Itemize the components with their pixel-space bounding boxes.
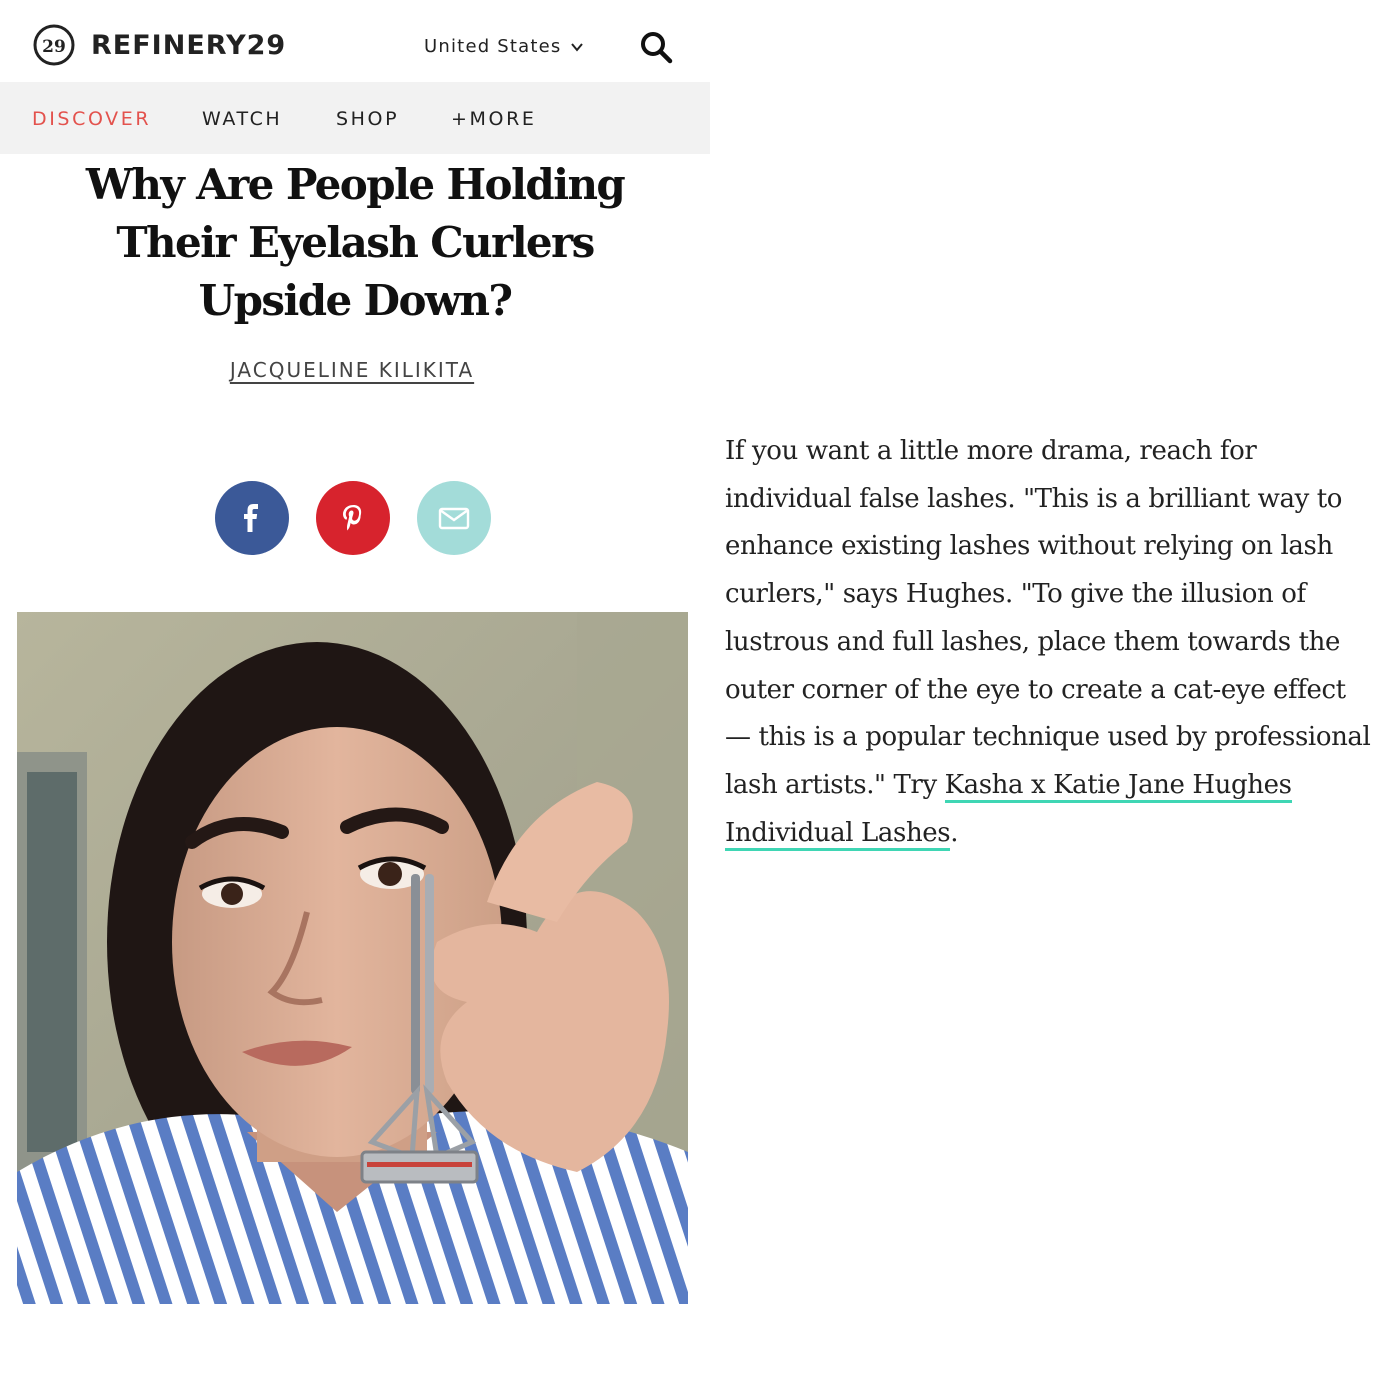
country-selector[interactable]: United States [424, 36, 584, 57]
article-title: Why Are People Holding Their Eyelash Cur… [85, 160, 626, 325]
nav-item-more[interactable]: +MORE [451, 108, 536, 130]
main-nav: DISCOVER WATCH SHOP +MORE [0, 82, 710, 154]
facebook-icon [244, 504, 258, 532]
svg-text:29: 29 [42, 37, 66, 57]
country-selector-label: United States [424, 36, 562, 57]
body-text-end: . [950, 817, 959, 848]
site-logo-text[interactable]: REFINERY29 [91, 30, 286, 61]
nav-item-shop[interactable]: SHOP [336, 108, 399, 130]
email-icon [438, 507, 470, 530]
article-hero-image [17, 612, 688, 1304]
pinterest-share-button[interactable] [316, 481, 390, 555]
site-header: 29 REFINERY29 United States [0, 0, 710, 82]
eyelash-curler-photo [17, 612, 688, 1304]
refinery29-logo-icon[interactable]: 29 [33, 24, 75, 66]
author-link[interactable]: JACQUELINE KILIKITA [0, 358, 704, 382]
nav-item-discover[interactable]: DISCOVER [32, 108, 151, 130]
article-body-paragraph: If you want a little more drama, reach f… [725, 428, 1375, 857]
pinterest-icon [343, 505, 362, 531]
email-share-button[interactable] [417, 481, 491, 555]
search-icon[interactable] [639, 30, 673, 64]
facebook-share-button[interactable] [215, 481, 289, 555]
body-text-intro: If you want a little more drama, reach f… [725, 436, 1371, 800]
chevron-down-icon [570, 42, 583, 52]
article-page: 29 REFINERY29 United States DISCOVER WAT… [0, 0, 710, 1400]
nav-item-watch[interactable]: WATCH [202, 108, 282, 130]
